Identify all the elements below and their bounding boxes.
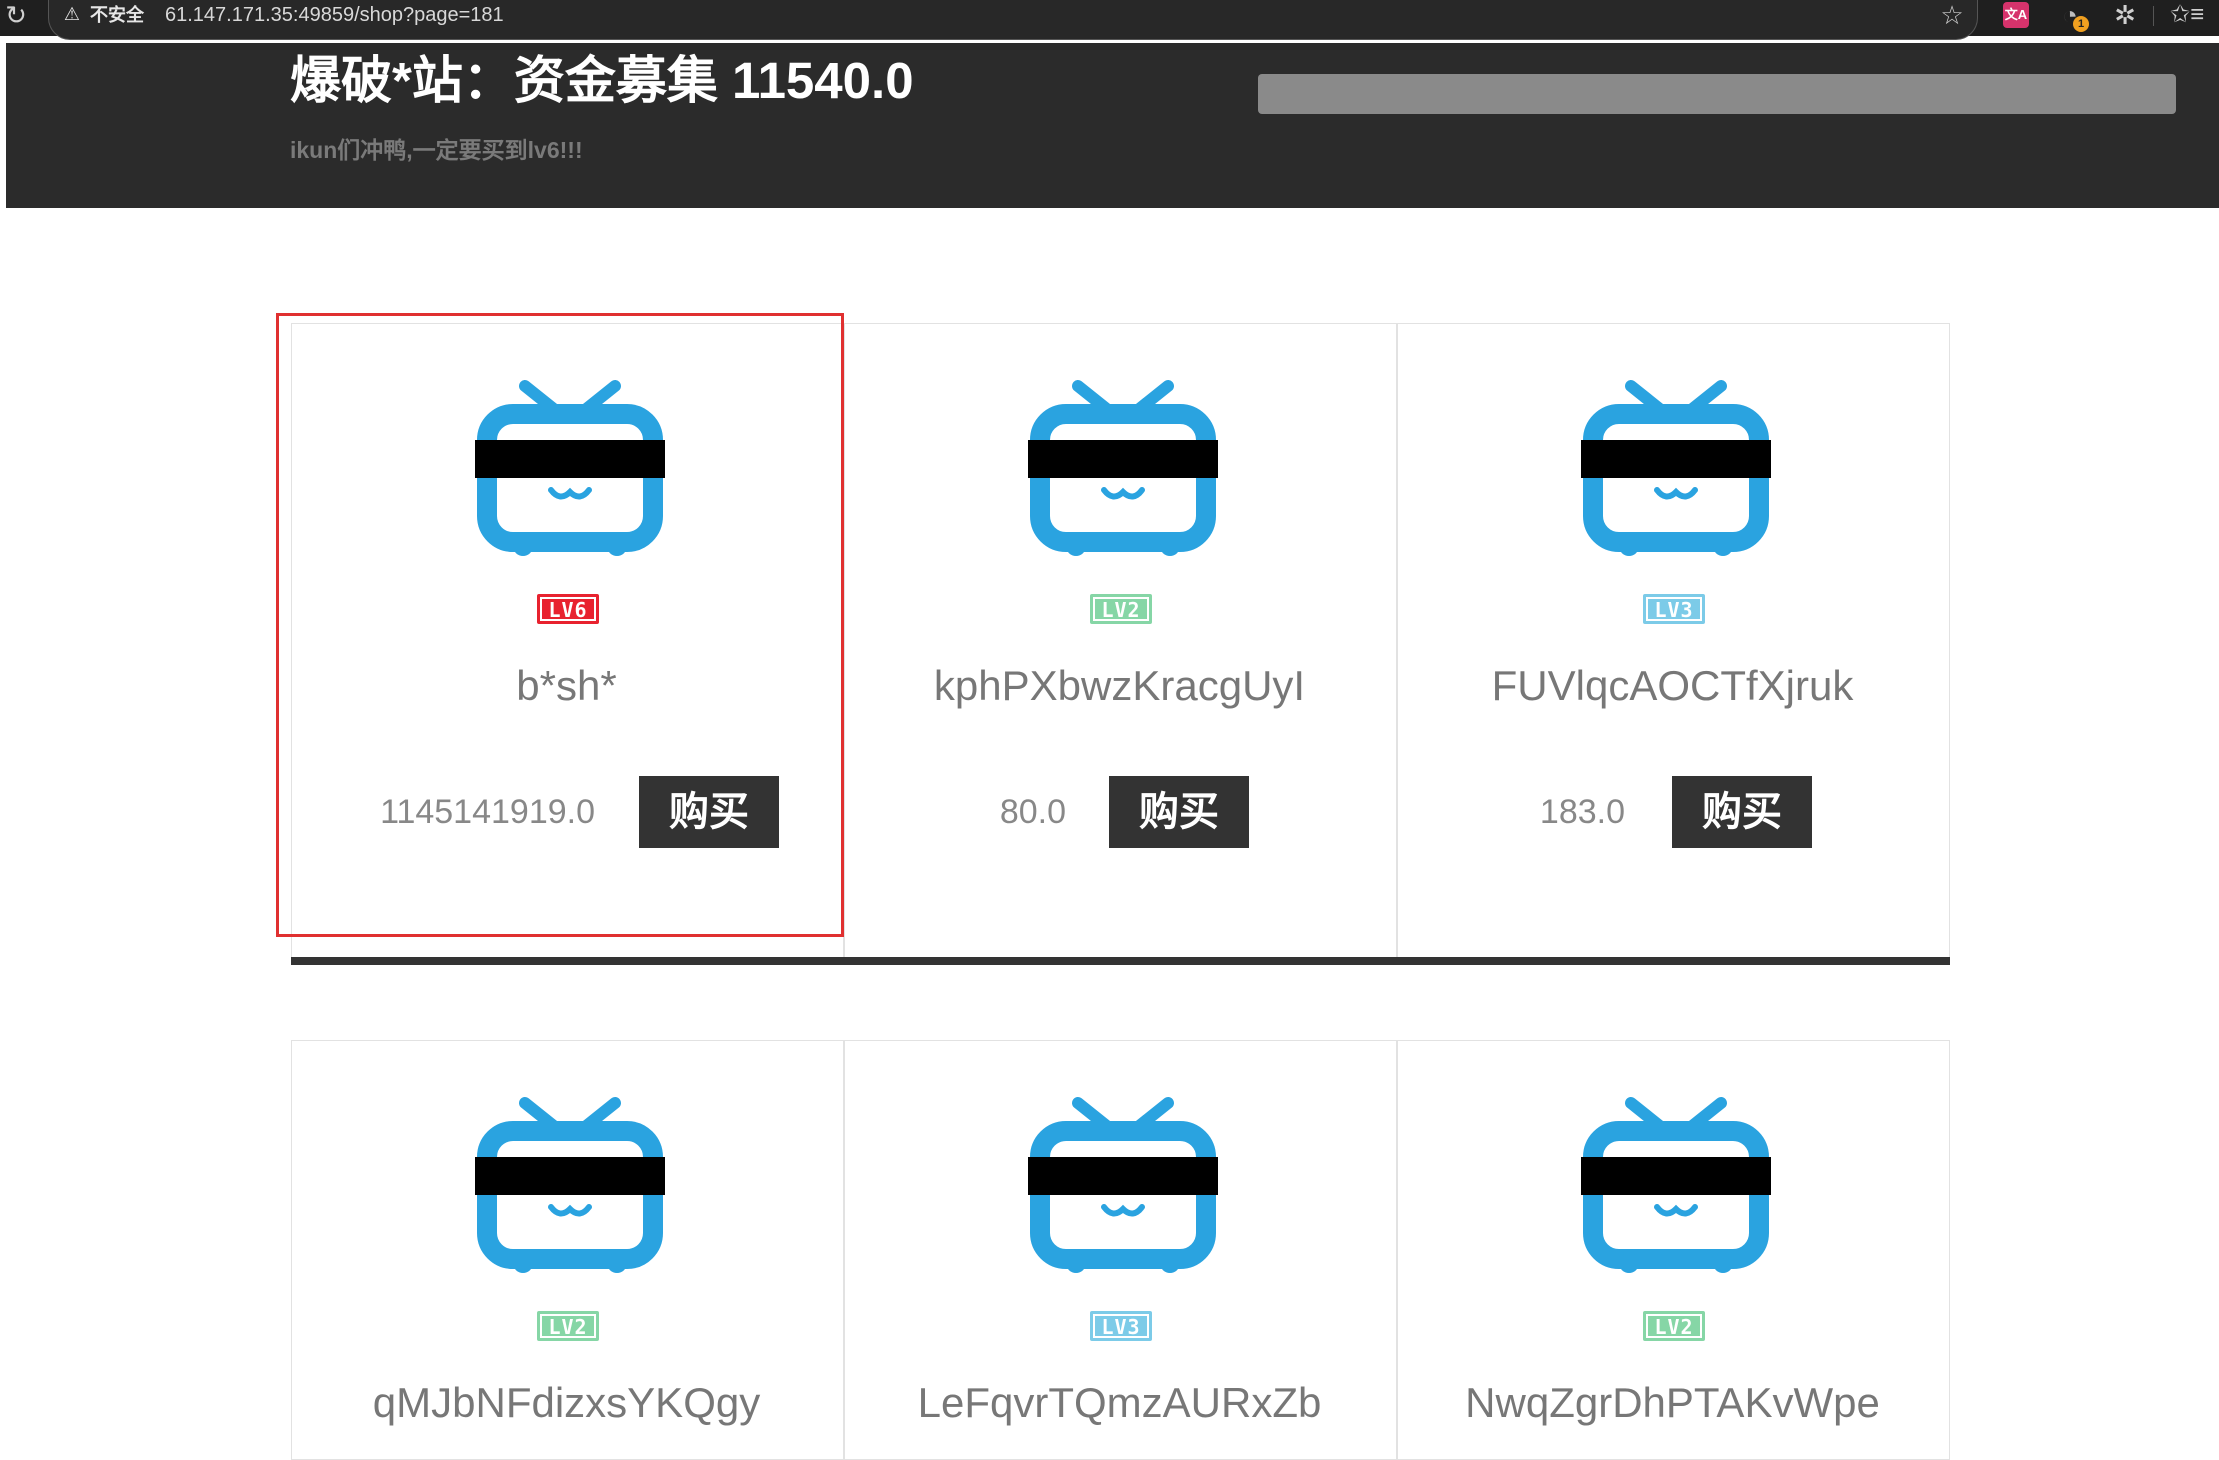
product-name: qMJbNFdizxsYKQgy xyxy=(372,1379,761,1426)
card-bottom-bar xyxy=(1397,957,1950,965)
product-price: 80.0 xyxy=(999,793,1066,831)
svg-text:LV2: LV2 xyxy=(1654,1315,1693,1339)
extensions-puzzle-icon[interactable]: ✲ xyxy=(2110,0,2140,30)
svg-text:LV2: LV2 xyxy=(548,1315,587,1339)
url-text[interactable]: 61.147.171.35:49859/shop?page=181 xyxy=(165,3,504,27)
tv-avatar-icon xyxy=(1028,1095,1218,1275)
product-price: 183.0 xyxy=(1539,793,1625,831)
search-bar[interactable] xyxy=(1258,74,2176,114)
card-bottom-bar xyxy=(844,957,1397,965)
level-badge-lv2: LV2 xyxy=(1089,593,1153,625)
toolbar-divider xyxy=(2153,6,2154,26)
product-name: NwqZgrDhPTAKvWpe xyxy=(1465,1379,1880,1426)
reload-icon[interactable]: ↻ xyxy=(4,0,28,30)
svg-text:LV2: LV2 xyxy=(1101,598,1140,622)
security-label[interactable]: 不安全 xyxy=(90,3,144,27)
bookmark-star-icon[interactable]: ☆ xyxy=(1937,0,1967,30)
selection-highlight xyxy=(276,313,844,937)
product-name: kphPXbwzKracgUyI xyxy=(933,662,1306,709)
tv-avatar-icon xyxy=(1581,378,1771,558)
tv-avatar-icon xyxy=(1028,378,1218,558)
product-name: LeFqvrTQmzAURxZb xyxy=(917,1379,1322,1426)
site-title: 爆破*站：资金募集 11540.0 xyxy=(290,52,914,109)
extension-badge: 1 xyxy=(2073,16,2089,32)
level-badge-lv2: LV2 xyxy=(1642,1310,1706,1342)
level-badge-lv2: LV2 xyxy=(536,1310,600,1342)
favorites-icon[interactable]: ✩≡ xyxy=(2170,0,2204,30)
card-bottom-bar xyxy=(291,957,844,965)
translate-extension-icon[interactable]: 文A xyxy=(2003,2,2029,28)
level-badge-lv3: LV3 xyxy=(1089,1310,1153,1342)
svg-text:LV3: LV3 xyxy=(1101,1315,1140,1339)
tv-avatar-icon xyxy=(1581,1095,1771,1275)
tv-avatar-icon xyxy=(475,1095,665,1275)
svg-text:LV3: LV3 xyxy=(1654,598,1693,622)
buy-button[interactable]: 购买 xyxy=(1109,776,1249,848)
level-badge-lv3: LV3 xyxy=(1642,593,1706,625)
buy-button[interactable]: 购买 xyxy=(1672,776,1812,848)
warning-icon[interactable]: ⚠ xyxy=(62,3,82,25)
product-name: FUVlqcAOCTfXjruk xyxy=(1491,662,1854,709)
site-subtitle: ikun们冲鸭,一定要买到lv6!!! xyxy=(290,137,583,163)
